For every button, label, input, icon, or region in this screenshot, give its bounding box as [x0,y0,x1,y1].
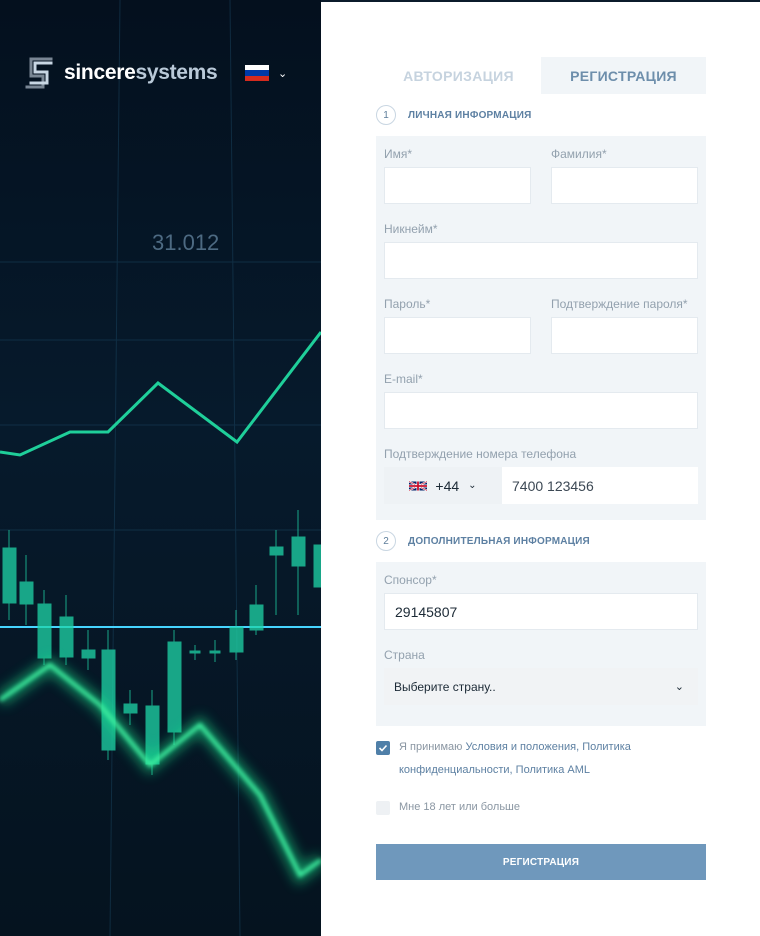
step-number: 2 [376,531,396,551]
terms-checkbox[interactable] [376,741,390,755]
phone-code-value: +44 [435,477,460,494]
last-name-field[interactable] [551,167,698,204]
password-confirm-field[interactable] [551,317,698,354]
first-name-field[interactable] [384,167,531,204]
email-field[interactable] [384,392,698,429]
phone-country-code-select[interactable]: +44 ⌄ [384,467,502,504]
hero-panel: 31.012 sinceresystems ⌄ [0,0,321,936]
logo-icon [25,57,53,89]
age-label: Мне 18 лет или больше [399,801,520,813]
register-button[interactable]: РЕГИСТРАЦИЯ [376,844,706,880]
price-label: 31.012 [152,230,219,255]
auth-form: АВТОРИЗАЦИЯ РЕГИСТРАЦИЯ 1 ЛИЧНАЯ ИНФОРМА… [376,57,706,880]
trading-chart-background: 31.012 [0,0,321,936]
logo[interactable]: sinceresystems [25,57,218,89]
auth-tabs: АВТОРИЗАЦИЯ РЕГИСТРАЦИЯ [376,57,706,94]
personal-info-panel: Имя* Фамилия* Никнейм* Пароль* Подтвержд… [376,136,706,520]
top-border [321,0,760,2]
nickname-label: Никнейм* [384,222,438,236]
step-personal-info: 1 ЛИЧНАЯ ИНФОРМАЦИЯ [376,94,706,136]
language-selector[interactable]: ⌄ [245,65,287,81]
chevron-down-icon: ⌄ [674,681,684,693]
country-select-value: Выберите страну.. [394,679,496,694]
ru-flag-icon [245,65,269,81]
sponsor-field[interactable]: 29145807 [384,593,698,630]
age-checkbox-row: Мне 18 лет или больше [376,800,706,819]
step-additional-info: 2 ДОПОЛНИТЕЛЬНАЯ ИНФОРМАЦИЯ [376,520,706,562]
email-label: E-mail* [384,372,423,386]
nickname-field[interactable] [384,242,698,279]
tab-register[interactable]: РЕГИСТРАЦИЯ [541,57,706,94]
step-title: ДОПОЛНИТЕЛЬНАЯ ИНФОРМАЦИЯ [408,535,590,547]
password-label: Пароль* [384,297,431,311]
terms-text: Я принимаю Условия и положения, Политика… [399,741,631,776]
step-title: ЛИЧНАЯ ИНФОРМАЦИЯ [408,109,532,121]
country-select[interactable]: Выберите страну.. ⌄ [384,668,698,705]
phone-number-field[interactable]: 7400 123456 [502,467,698,504]
tab-login[interactable]: АВТОРИЗАЦИЯ [376,57,541,94]
brand-name: sinceresystems [64,61,218,84]
chevron-down-icon: ⌄ [278,67,288,80]
additional-info-panel: Спонсор* 29145807 Страна Выберите страну… [376,562,706,726]
phone-input-group: +44 ⌄ 7400 123456 [384,467,698,504]
password-confirm-label: Подтверждение пароля* [551,297,688,311]
terms-link[interactable]: Условия и положения [465,741,576,753]
step-number: 1 [376,105,396,125]
phone-label: Подтверждение номера телефона [384,447,577,461]
sponsor-label: Спонсор* [384,573,437,587]
uk-flag-icon [409,480,428,491]
age-checkbox[interactable] [376,801,390,815]
terms-checkbox-row: Я принимаю Условия и положения, Политика… [376,740,706,782]
chevron-down-icon: ⌄ [468,480,477,491]
country-label: Страна [384,648,425,662]
check-icon [378,744,388,752]
aml-policy-link[interactable]: Политика AML [516,764,590,776]
consent-section: Я принимаю Условия и положения, Политика… [376,740,706,819]
first-name-label: Имя* [384,147,413,161]
last-name-label: Фамилия* [551,147,607,161]
password-field[interactable] [384,317,531,354]
